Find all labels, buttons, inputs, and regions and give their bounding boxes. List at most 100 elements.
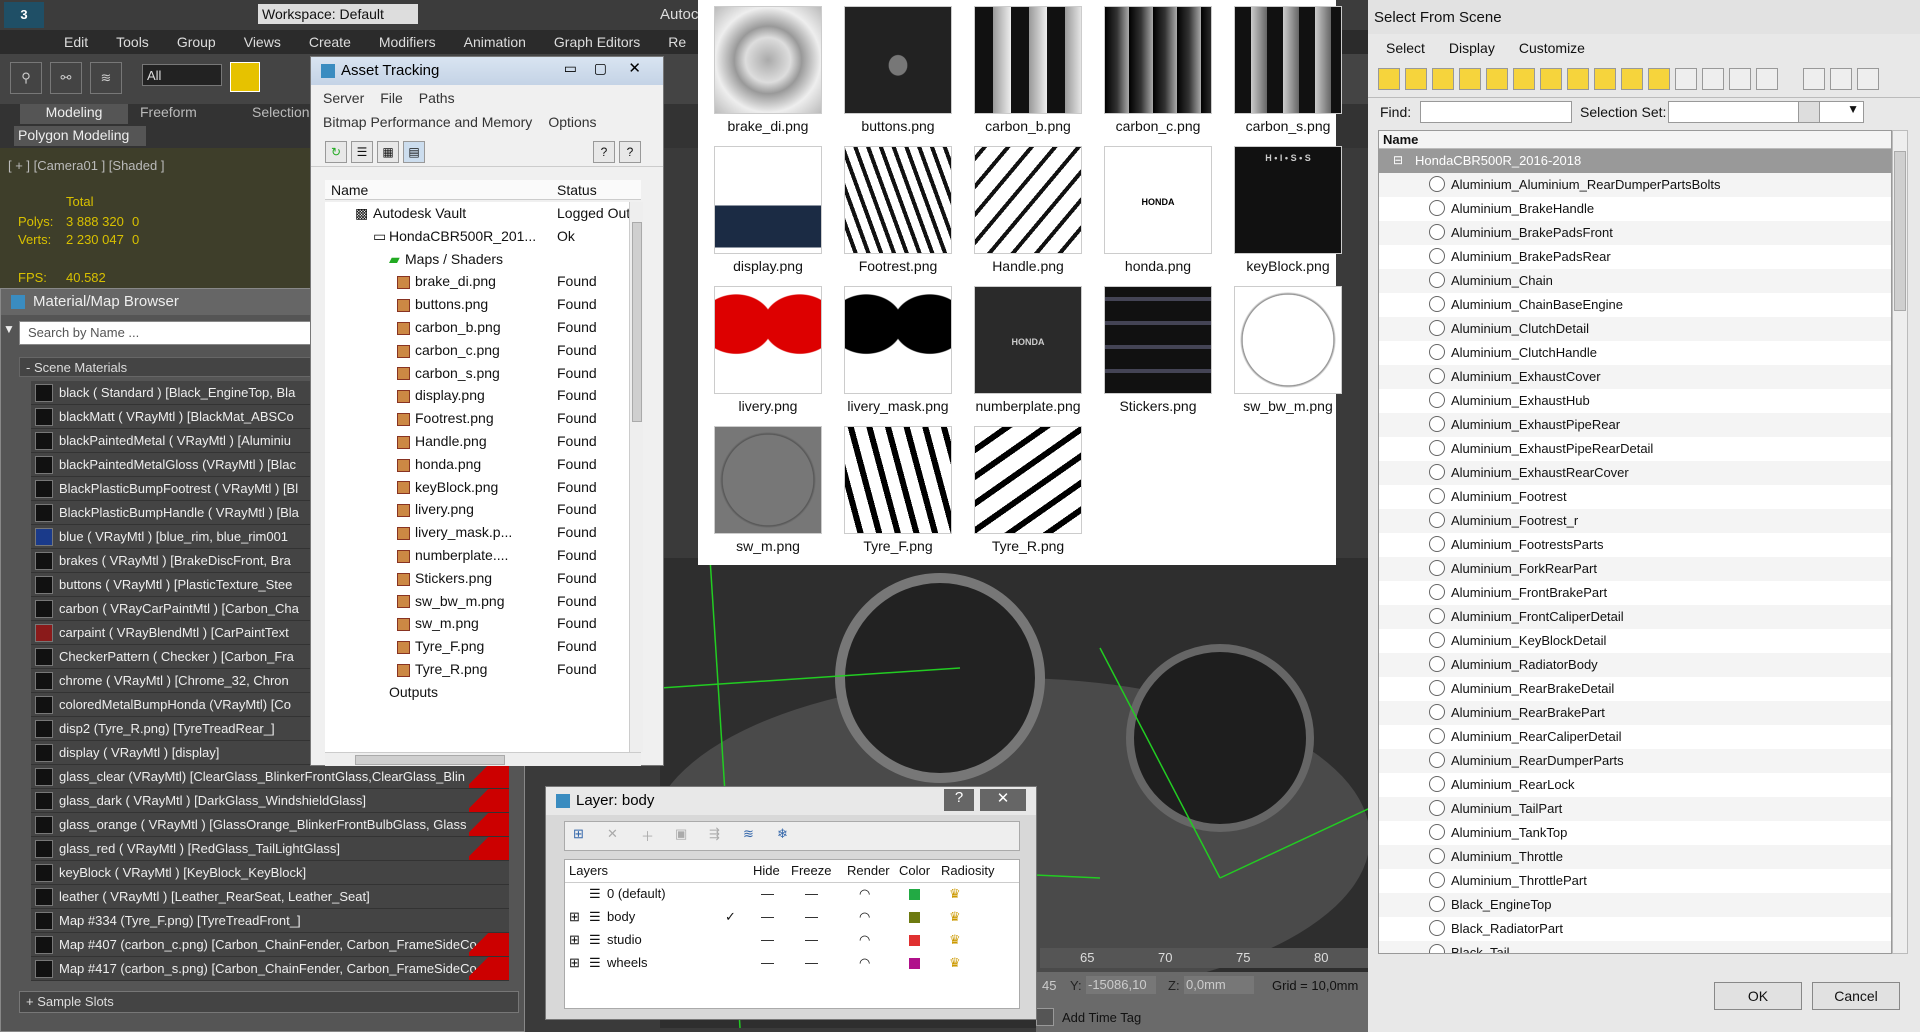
hierarchy-icon[interactable] xyxy=(1830,68,1852,90)
display-groups-icon[interactable] xyxy=(1540,68,1562,90)
col-name[interactable]: Name xyxy=(331,182,368,198)
ribbon-tab-freeform[interactable]: Freeform xyxy=(140,104,197,120)
ribbon-tab-selection[interactable]: Selection xyxy=(252,104,310,120)
scene-object-row[interactable]: Aluminium_FrontBrakePart xyxy=(1379,581,1891,605)
scene-object-row[interactable]: Aluminium_RearBrakePart xyxy=(1379,701,1891,725)
find-input[interactable] xyxy=(1420,101,1572,123)
col-layers[interactable]: Layers xyxy=(569,863,608,878)
table-view-icon[interactable]: ▤ xyxy=(403,141,425,163)
radiosity-icon[interactable]: ♛ xyxy=(949,909,961,925)
freeze-toggle[interactable]: — xyxy=(805,909,818,924)
scene-object-row[interactable]: Aluminium_ChainBaseEngine xyxy=(1379,293,1891,317)
layer-color-swatch[interactable] xyxy=(909,889,920,900)
coord-y-field[interactable]: -15086,10 xyxy=(1086,976,1156,994)
scene-object-row[interactable]: Aluminium_ExhaustRearCover xyxy=(1379,461,1891,485)
asset-row-map[interactable]: sw_bw_m.png Found xyxy=(325,590,641,613)
asset-row-map[interactable]: sw_m.png Found xyxy=(325,612,641,635)
asset-row-file[interactable]: ▭ HondaCBR500R_201... Ok xyxy=(325,225,641,248)
thumbnail[interactable]: livery.png xyxy=(704,286,832,414)
expand-icon[interactable]: ⊞ xyxy=(569,909,580,925)
scene-object-row[interactable]: Aluminium_ExhaustHub xyxy=(1379,389,1891,413)
thumbnail[interactable]: carbon_c.png xyxy=(1094,6,1222,134)
radiosity-icon[interactable]: ♛ xyxy=(949,932,961,948)
layer-row[interactable]: ☰ 0 (default) — — ◠ ♛ xyxy=(565,883,1019,906)
browser-options-icon[interactable]: ▼ xyxy=(3,322,17,342)
layer-row[interactable]: ⊞ ☰ body ✓ — — ◠ ♛ xyxy=(565,906,1019,929)
col-hide[interactable]: Hide xyxy=(753,863,780,878)
material-item[interactable]: keyBlock ( VRayMtl ) [KeyBlock_KeyBlock] xyxy=(31,861,509,885)
refresh-icon[interactable]: ↻ xyxy=(325,141,347,163)
menu-edit[interactable]: Edit xyxy=(50,30,102,54)
layer-icon[interactable]: ☰ xyxy=(589,909,601,925)
hide-toggle[interactable]: — xyxy=(761,955,774,970)
layer-titlebar[interactable]: Layer: body ? ✕ xyxy=(546,787,1036,815)
asset-hscrollbar[interactable] xyxy=(325,752,641,766)
scene-object-row[interactable]: Aluminium_Footrest xyxy=(1379,485,1891,509)
coord-z-field[interactable]: 0,0mm xyxy=(1184,976,1254,994)
layer-icon[interactable]: ☰ xyxy=(589,932,601,948)
asset-row-map[interactable]: carbon_b.png Found xyxy=(325,316,641,339)
asset-row-map[interactable]: Footrest.png Found xyxy=(325,407,641,430)
layer-color-swatch[interactable] xyxy=(909,912,920,923)
material-item[interactable]: Map #417 (carbon_s.png) [Carbon_ChainFen… xyxy=(31,957,509,981)
asset-row-map[interactable]: keyBlock.png Found xyxy=(325,476,641,499)
thumbnail[interactable]: HONDA honda.png xyxy=(1094,146,1222,274)
asset-row-map[interactable]: display.png Found xyxy=(325,384,641,407)
menu-create[interactable]: Create xyxy=(295,30,365,54)
col-color[interactable]: Color xyxy=(899,863,930,878)
asset-row-map[interactable]: brake_di.png Found xyxy=(325,270,641,293)
render-toggle-icon[interactable]: ◠ xyxy=(859,909,870,925)
ribbon-tab-modeling[interactable]: Modeling xyxy=(20,104,128,124)
scene-object-row[interactable]: Aluminium_Aluminium_RearDumperPartsBolts xyxy=(1379,173,1891,197)
thumbnail[interactable]: carbon_b.png xyxy=(964,6,1092,134)
display-none-icon[interactable] xyxy=(1729,68,1751,90)
scene-list-header[interactable]: Name xyxy=(1379,131,1891,149)
scene-object-row[interactable]: Black_EngineTop xyxy=(1379,893,1891,917)
scene-object-row[interactable]: Aluminium_Throttle xyxy=(1379,845,1891,869)
current-layer-check[interactable]: ✓ xyxy=(725,909,736,925)
menu-group[interactable]: Group xyxy=(163,30,230,54)
thumbnail[interactable]: HONDA numberplate.png xyxy=(964,286,1092,414)
scene-root-row[interactable]: ⊟ HondaCBR500R_2016-2018 xyxy=(1379,149,1891,173)
menu-customize[interactable]: Customize xyxy=(1507,34,1597,62)
expand-icon[interactable]: ⊞ xyxy=(569,932,580,948)
freeze-all-icon[interactable]: ❄ xyxy=(777,826,788,842)
select-from-scene-titlebar[interactable]: Select From Scene xyxy=(1368,0,1920,34)
thumbnail[interactable]: brake_di.png xyxy=(704,6,832,134)
hide-all-icon[interactable]: ≋ xyxy=(743,826,754,842)
asset-row-map[interactable]: Tyre_F.png Found xyxy=(325,635,641,658)
select-in-layer-icon[interactable]: ▣ xyxy=(675,826,687,842)
scene-object-row[interactable]: Aluminium_BrakePadsFront xyxy=(1379,221,1891,245)
selection-filter-dropdown[interactable]: All xyxy=(142,64,222,86)
display-spacewarps-icon[interactable] xyxy=(1513,68,1535,90)
scene-object-row[interactable]: Aluminium_FrontCaliperDetail xyxy=(1379,605,1891,629)
material-item[interactable]: leather ( VRayMtl ) [Leather_RearSeat, L… xyxy=(31,885,509,909)
layer-row[interactable]: ⊞ ☰ studio — — ◠ ♛ xyxy=(565,929,1019,952)
menu-modifiers[interactable]: Modifiers xyxy=(365,30,450,54)
scene-object-row[interactable]: Aluminium_TailPart xyxy=(1379,797,1891,821)
close-button[interactable]: ✕ xyxy=(628,59,641,77)
layer-icon[interactable]: ☰ xyxy=(589,886,601,902)
help-button[interactable]: ? xyxy=(944,789,974,811)
ok-button[interactable]: OK xyxy=(1714,982,1802,1010)
create-set-icon[interactable] xyxy=(1798,101,1820,123)
asset-row-map[interactable]: carbon_s.png Found xyxy=(325,362,641,385)
material-item[interactable]: glass_orange ( VRayMtl ) [GlassOrange_Bl… xyxy=(31,813,509,837)
display-lights-icon[interactable] xyxy=(1432,68,1454,90)
selection-set-dropdown[interactable]: ▼ xyxy=(1668,101,1864,123)
scene-object-row[interactable]: Aluminium_ClutchHandle xyxy=(1379,341,1891,365)
thumbnail[interactable]: sw_m.png xyxy=(704,426,832,554)
highlight-layer-icon[interactable]: ⇶ xyxy=(709,826,720,842)
display-bones-icon[interactable] xyxy=(1594,68,1616,90)
menu-server[interactable]: Server xyxy=(315,87,372,109)
scene-object-row[interactable]: Aluminium_RearCaliperDetail xyxy=(1379,725,1891,749)
asset-vscrollbar[interactable] xyxy=(629,202,643,752)
material-item[interactable]: glass_clear (VRayMtl) [ClearGlass_Blinke… xyxy=(31,765,509,789)
thumbnail[interactable]: Stickers.png xyxy=(1094,286,1222,414)
sample-slots-header[interactable]: + Sample Slots xyxy=(19,991,519,1013)
scene-object-row[interactable]: Aluminium_TankTop xyxy=(1379,821,1891,845)
thumbnail[interactable]: carbon_s.png xyxy=(1224,6,1352,134)
material-item[interactable]: Map #334 (Tyre_F.png) [TyreTreadFront_] xyxy=(31,909,509,933)
render-toggle-icon[interactable]: ◠ xyxy=(859,932,870,948)
radiosity-icon[interactable]: ♛ xyxy=(949,886,961,902)
